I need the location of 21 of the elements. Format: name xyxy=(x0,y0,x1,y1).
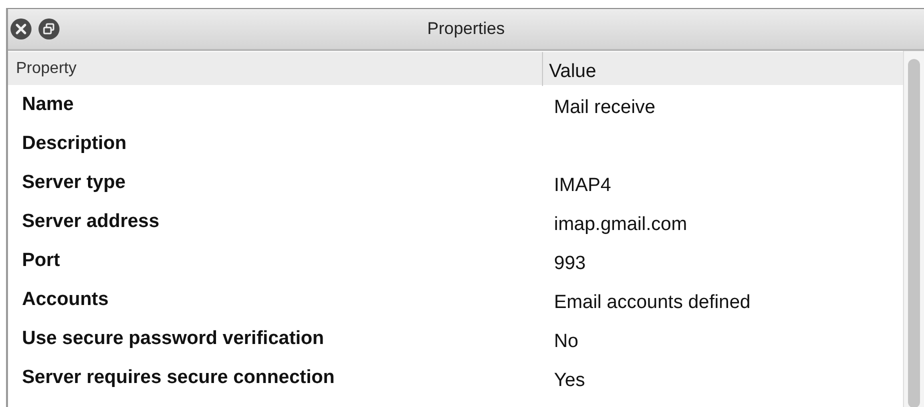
property-value: Email accounts defined xyxy=(554,292,750,312)
scrollbar[interactable] xyxy=(903,51,924,407)
property-value: imap.gmail.com xyxy=(554,214,688,234)
window-title: Properties xyxy=(427,19,505,38)
property-value: Yes xyxy=(554,370,585,390)
property-name: Name xyxy=(22,94,74,114)
property-name: Accounts xyxy=(22,288,109,310)
property-name: Server requires secure connection xyxy=(22,366,335,388)
property-value: Mail receive xyxy=(554,96,656,118)
column-header[interactable]: Property xyxy=(16,60,76,77)
property-name: Use secure password verification xyxy=(22,328,324,348)
property-name: Server address xyxy=(22,210,160,232)
property-value: No xyxy=(554,330,578,352)
property-value: IMAP4 xyxy=(554,174,612,196)
property-value: 993 xyxy=(554,252,586,274)
property-name: Port xyxy=(22,250,60,270)
restore-icon[interactable] xyxy=(38,18,60,40)
property-name: Description xyxy=(22,132,127,154)
column-header[interactable]: Value xyxy=(549,61,596,82)
close-icon[interactable] xyxy=(10,18,32,40)
property-name: Server type xyxy=(22,172,126,192)
